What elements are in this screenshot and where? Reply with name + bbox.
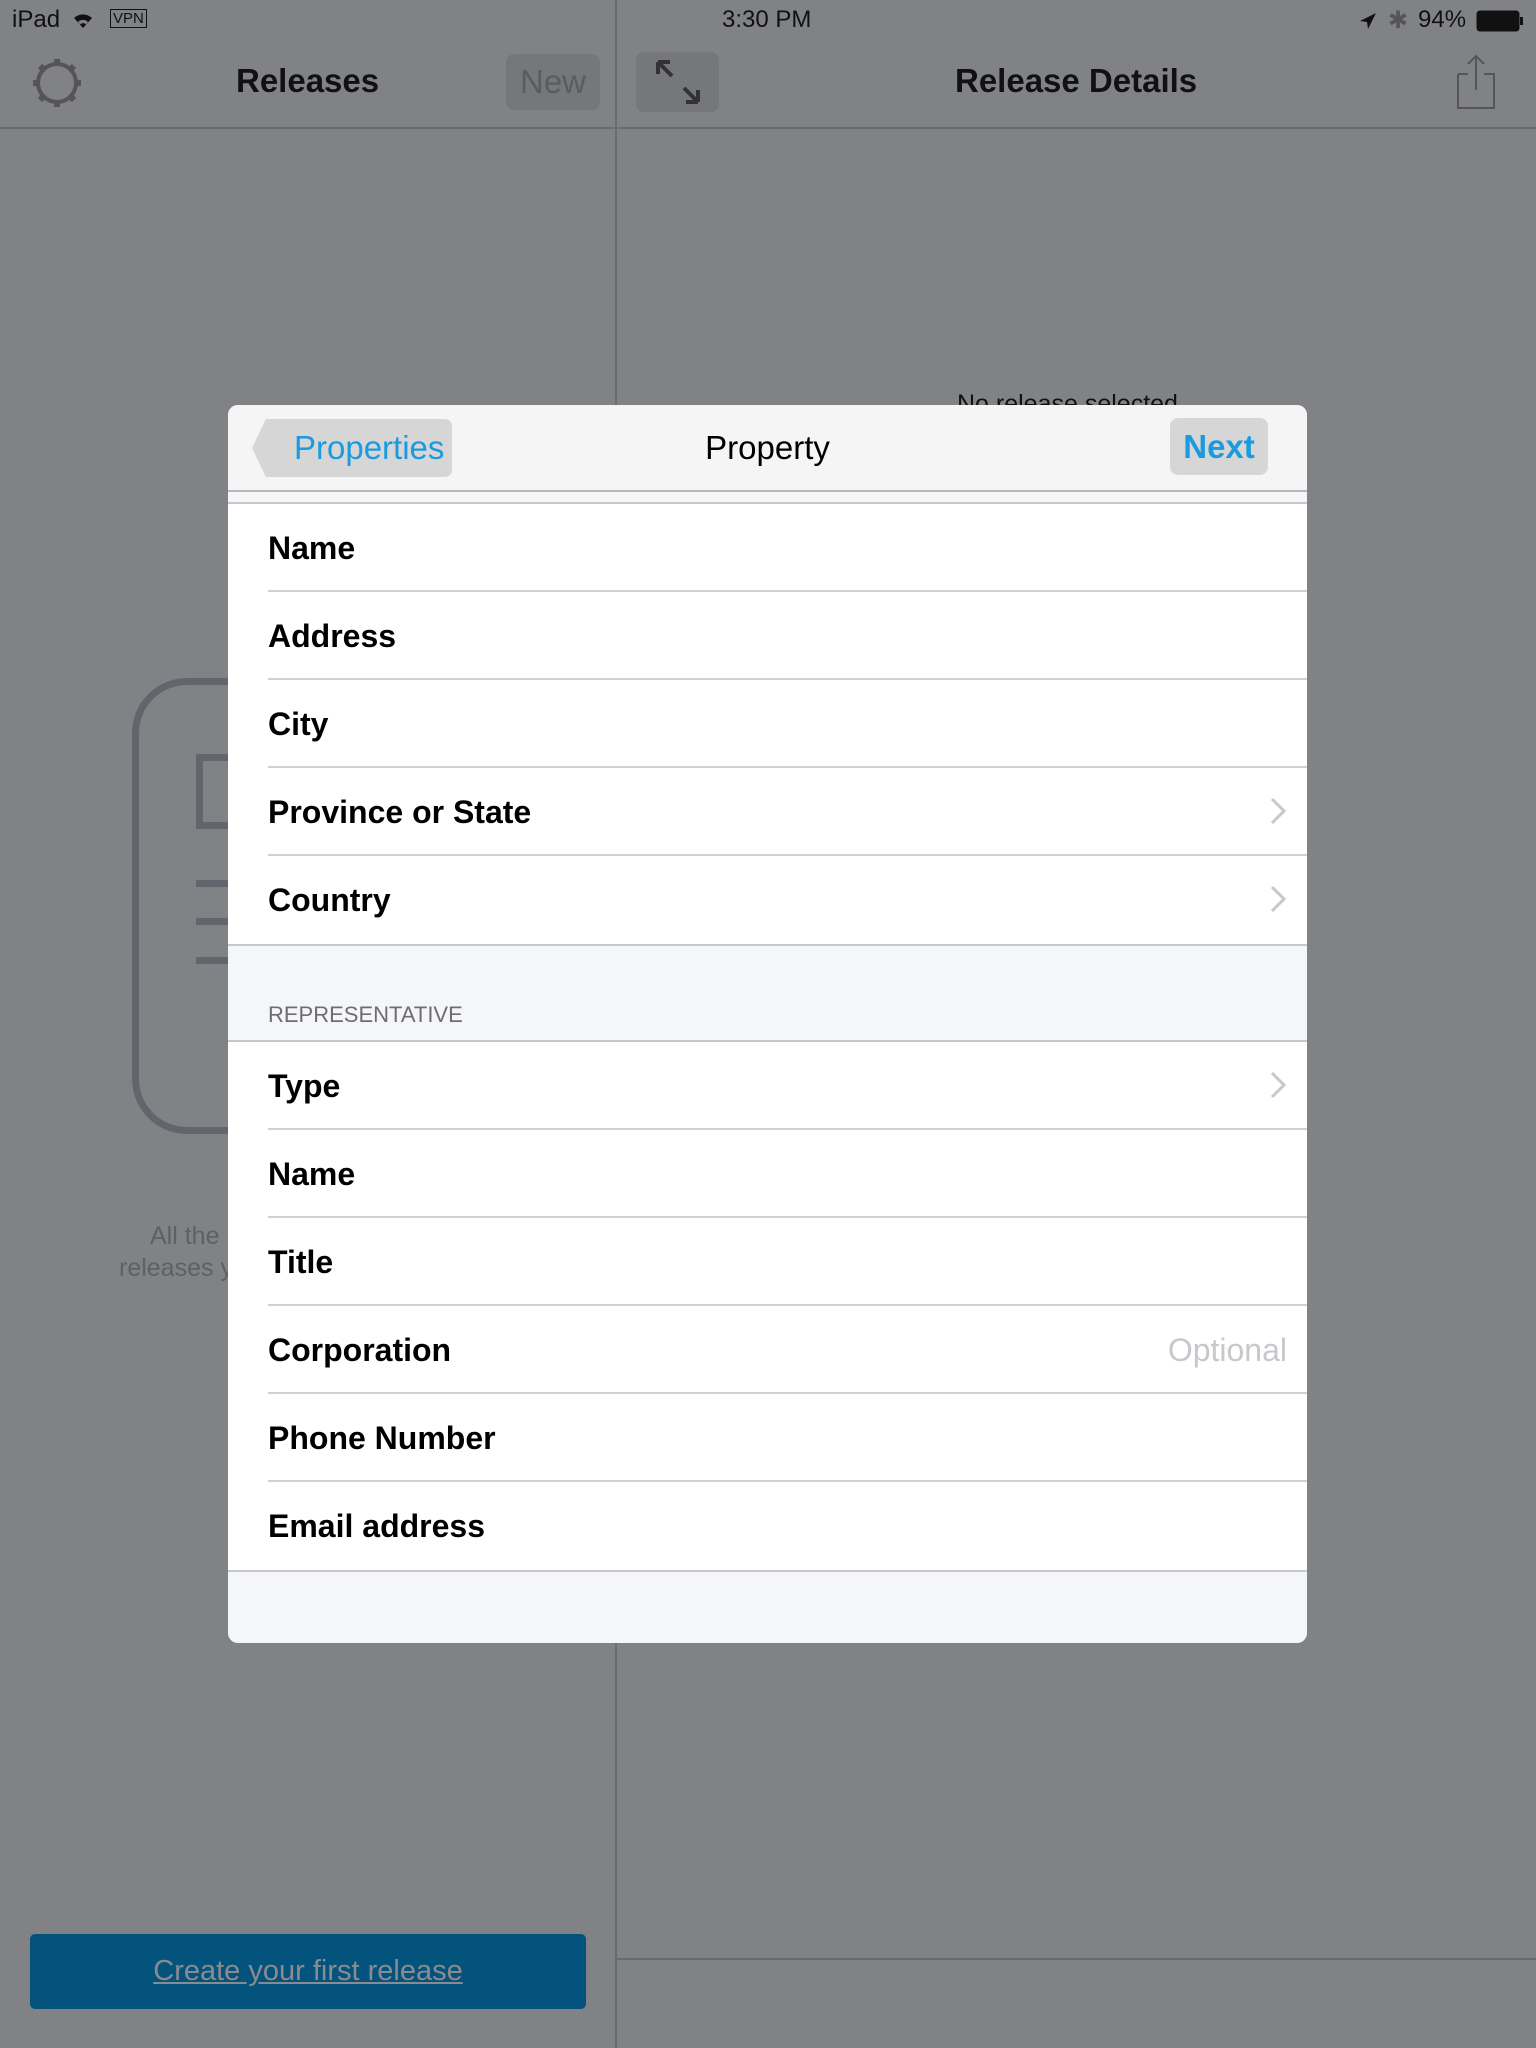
device-label: iPad [12,6,61,33]
next-button[interactable]: Next [1170,418,1268,475]
empty-text-line1: All the [150,1222,220,1250]
field-rep-name[interactable]: Name [228,1130,1307,1218]
location-icon [1358,10,1378,38]
field-phone-number[interactable]: Phone Number [228,1394,1307,1482]
chevron-right-icon [1270,885,1287,913]
releases-title: Releases [236,62,380,99]
expand-icon [656,60,700,104]
status-bar: iPad VPN 3:30 PM ✱ 94% [0,0,1536,40]
modal-title: Property [705,429,830,466]
vpn-badge: VPN [110,9,147,28]
field-rep-type[interactable]: Type [228,1042,1307,1130]
share-icon[interactable] [1454,52,1498,117]
battery-percent: 94% [1418,6,1467,33]
field-email-address[interactable]: Email address [228,1482,1307,1570]
corporation-placeholder: Optional [1167,1332,1287,1368]
property-modal: Properties Property Next Name Address Ci… [228,405,1307,1643]
empty-text-line2: releases y [119,1254,233,1282]
field-property-name[interactable]: Name [228,504,1307,592]
toolbar-divider [617,1958,1536,1960]
settings-gear-icon[interactable] [30,56,84,115]
section-header-representative: REPRESENTATIVE [268,1002,463,1027]
section-bottom-separator [228,1570,1307,1572]
chevron-right-icon [1270,797,1287,825]
field-address[interactable]: Address [228,592,1307,680]
section-separator [228,944,1307,946]
modal-nav-bar: Properties Property Next [228,405,1307,492]
field-country[interactable]: Country [228,856,1307,944]
create-first-release-button[interactable]: Create your first release [30,1934,586,2009]
wifi-icon [70,8,96,37]
chevron-right-icon [1270,1071,1287,1099]
new-release-button[interactable]: New [506,54,600,110]
field-rep-title[interactable]: Title [228,1218,1307,1306]
bluetooth-icon: ✱ [1388,7,1409,34]
field-province-state[interactable]: Province or State [228,768,1307,856]
field-corporation[interactable]: Corporation Optional [228,1306,1307,1394]
field-city[interactable]: City [228,680,1307,768]
expand-button[interactable] [636,52,719,112]
nav-bar-divider [0,127,1536,129]
clock: 3:30 PM [722,6,812,33]
release-details-title: Release Details [955,62,1198,99]
battery-icon [1476,10,1524,39]
